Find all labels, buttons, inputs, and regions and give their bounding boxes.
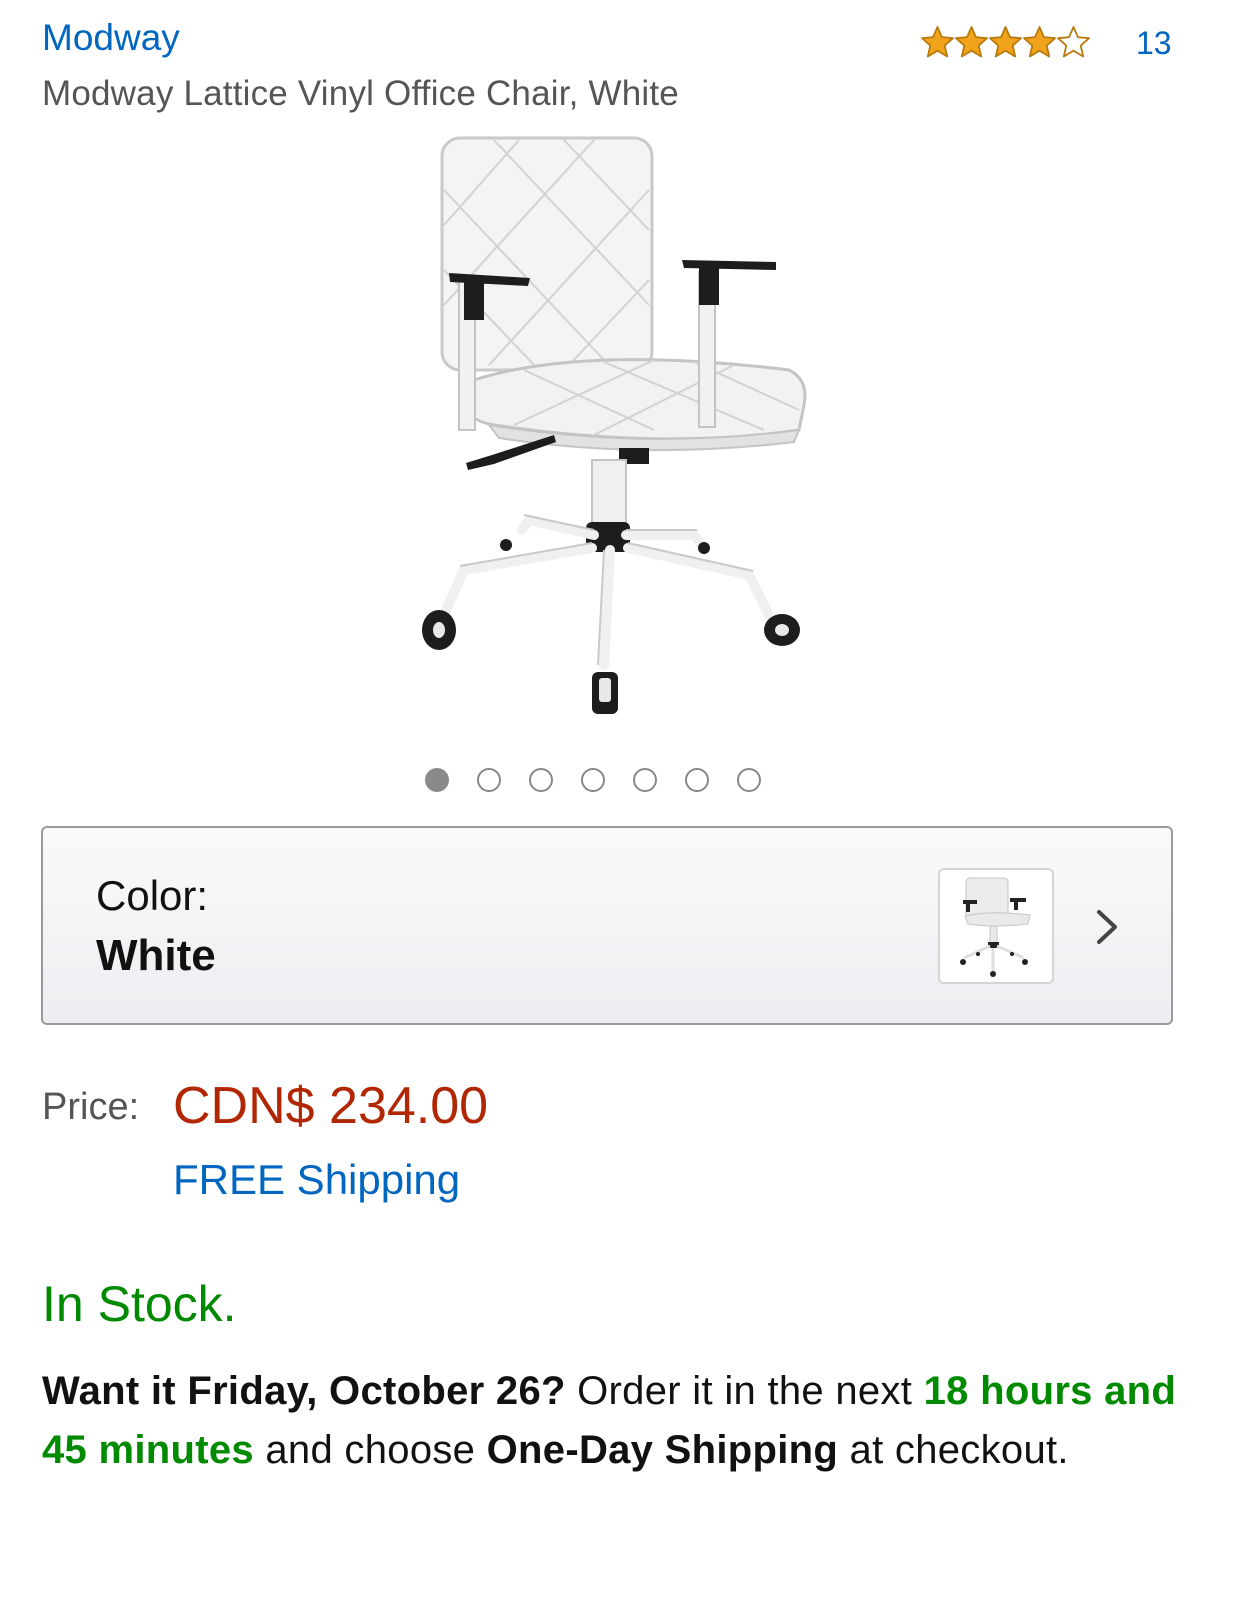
color-variation-selector[interactable]: Color: White — [41, 826, 1173, 1025]
carousel-dot[interactable] — [685, 768, 709, 792]
delivery-suffix: at checkout. — [838, 1428, 1069, 1472]
stock-status: In Stock. — [42, 1276, 237, 1332]
free-shipping-link[interactable]: FREE Shipping — [173, 1156, 460, 1204]
color-label: Color: — [96, 872, 209, 919]
star-filled-icon — [955, 26, 988, 58]
product-title: Modway Lattice Vinyl Office Chair, White — [42, 74, 679, 113]
selected-color: White — [96, 931, 216, 980]
office-chair-image — [422, 136, 807, 714]
product-image[interactable] — [404, 130, 824, 730]
carousel-dot[interactable] — [737, 768, 761, 792]
star-filled-icon — [1023, 26, 1056, 58]
delivery-choose-text: and choose — [253, 1428, 487, 1472]
carousel-dot[interactable] — [633, 768, 657, 792]
carousel-dot[interactable] — [529, 768, 553, 792]
star-rating[interactable] — [920, 18, 1090, 66]
delivery-order-text: Order it in the next — [565, 1369, 924, 1413]
stars[interactable] — [920, 25, 1090, 59]
star-empty-icon — [1057, 26, 1090, 58]
carousel-dot[interactable] — [477, 768, 501, 792]
color-swatch-thumbnail[interactable] — [938, 868, 1054, 984]
delivery-message: Want it Friday, October 26? Order it in … — [42, 1362, 1192, 1480]
office-chair-thumbnail-icon — [960, 877, 1031, 977]
star-filled-icon — [989, 26, 1022, 58]
chevron-right-icon[interactable] — [1093, 906, 1121, 948]
delivery-date: Want it Friday, October 26? — [42, 1369, 566, 1413]
brand-link[interactable]: Modway — [42, 14, 180, 62]
image-carousel-dots[interactable] — [425, 768, 761, 792]
shipping-option: One-Day Shipping — [486, 1428, 839, 1472]
review-count-link[interactable]: 13 — [1136, 20, 1172, 66]
star-filled-icon — [921, 26, 954, 58]
carousel-dot[interactable] — [425, 768, 449, 792]
price-value: CDN$ 234.00 — [173, 1077, 489, 1135]
carousel-dot[interactable] — [581, 768, 605, 792]
price-label: Price: — [42, 1086, 140, 1128]
